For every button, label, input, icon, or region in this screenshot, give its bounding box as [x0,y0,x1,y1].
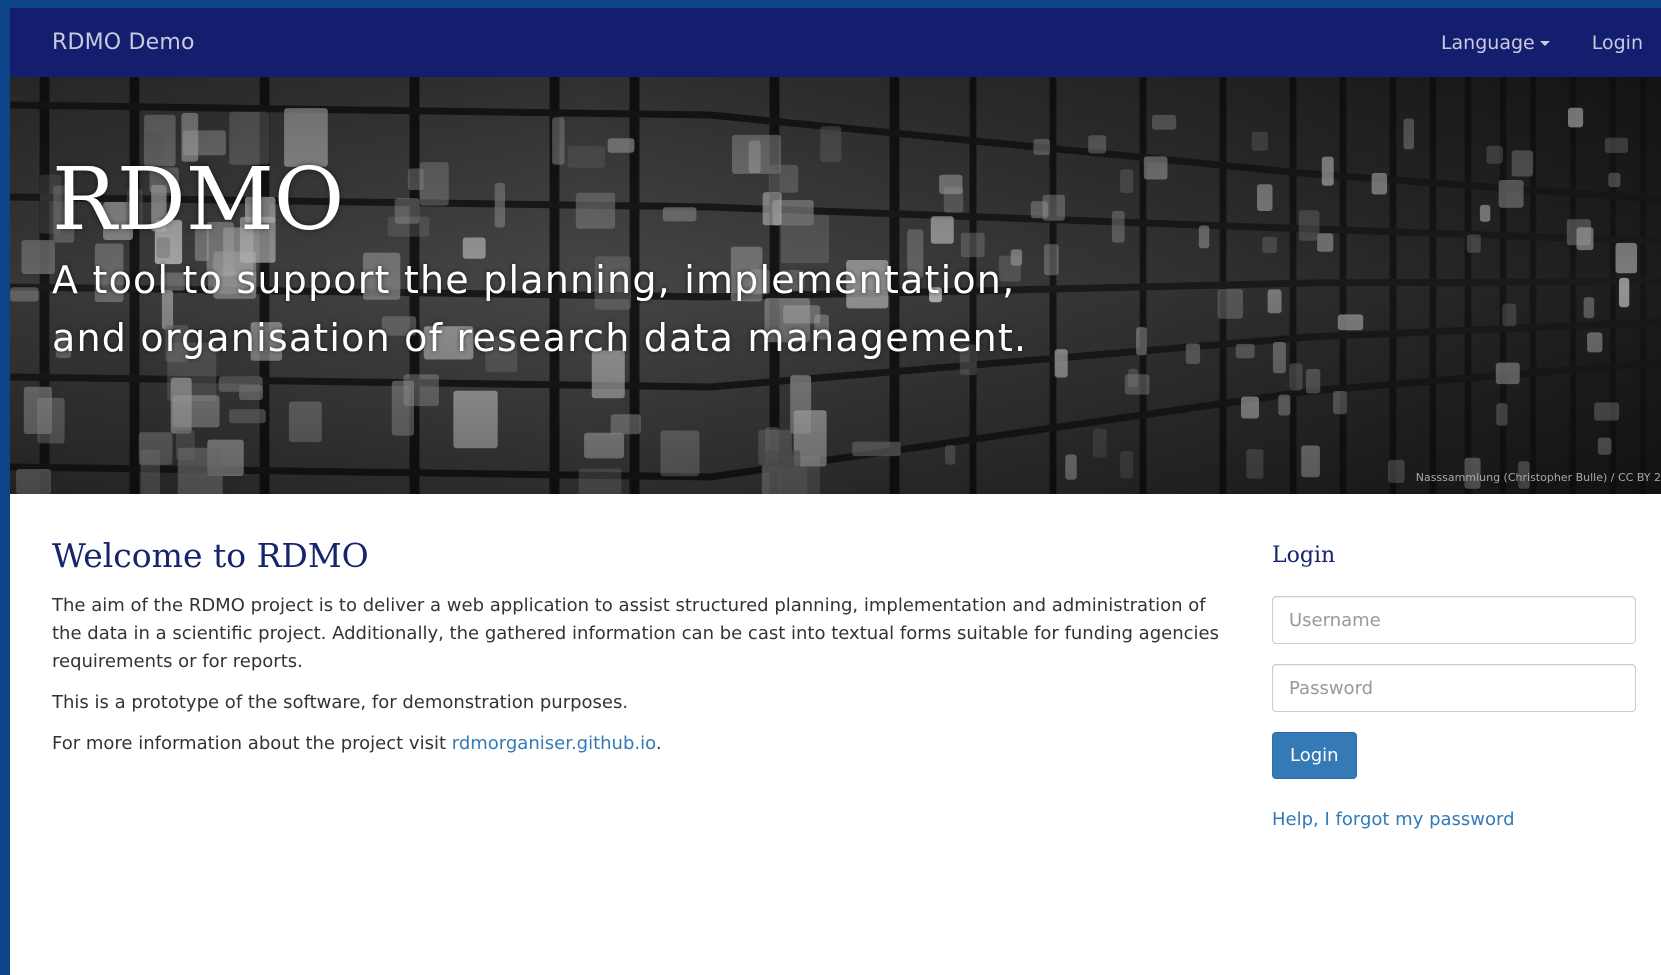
hero-title: RDMO [52,150,345,250]
welcome-section: Welcome to RDMO The aim of the RDMO proj… [52,494,1237,771]
login-panel: Login Login Help, I forgot my password [1272,494,1639,830]
username-input[interactable] [1272,596,1636,644]
more-info-suffix: . [655,733,662,754]
language-dropdown[interactable]: Language [1441,32,1550,54]
password-input[interactable] [1272,664,1636,712]
login-button[interactable]: Login [1272,732,1357,779]
caret-down-icon [1539,41,1550,46]
more-info-paragraph: For more information about the project v… [52,730,1237,758]
brand-link[interactable]: RDMO Demo [52,8,195,77]
main-content: Welcome to RDMO The aim of the RDMO proj… [10,494,1661,975]
image-credit: Nasssammlung (Christopher Bulle) / CC BY… [1415,471,1661,484]
language-label: Language [1440,31,1535,54]
navbar-right: Language Login [1441,8,1661,77]
nav-login-link[interactable]: Login [1592,32,1643,54]
browser-viewport: RDMO Demo Language Login RDMO A tool to … [10,8,1661,975]
more-info-text: For more information about the project v… [52,733,452,754]
prototype-paragraph: This is a prototype of the software, for… [52,692,629,713]
hero-tagline: A tool to support the planning, implemen… [52,258,1028,360]
forgot-password-link[interactable]: Help, I forgot my password [1272,809,1639,830]
login-title: Login [1272,543,1336,568]
intro-paragraph: The aim of the RDMO project is to delive… [52,595,1219,672]
login-form: Login [1272,596,1639,779]
hero-banner: RDMO A tool to support the planning, imp… [10,77,1661,494]
project-website-link[interactable]: rdmorganiser.github.io [452,733,656,754]
welcome-title: Welcome to RDMO [52,536,369,575]
navbar: RDMO Demo Language Login [10,8,1661,77]
